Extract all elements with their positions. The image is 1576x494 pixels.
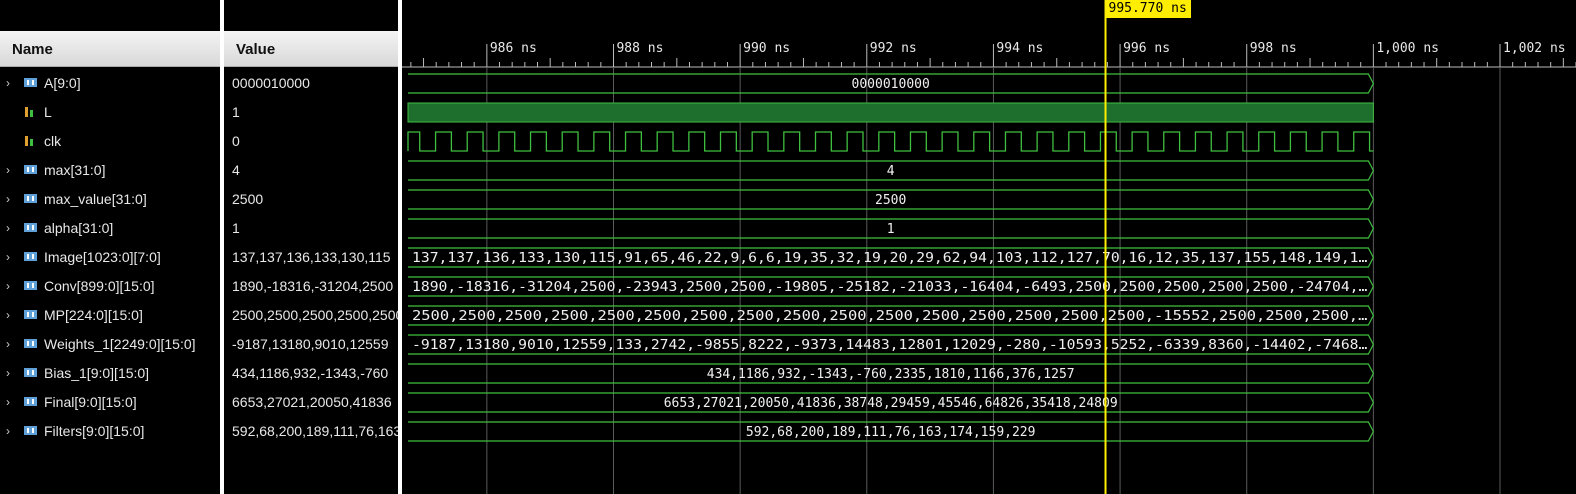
bus-value-text: 0000010000 — [852, 77, 930, 92]
expand-chevron-icon[interactable]: › — [6, 417, 10, 446]
bus-signal-icon — [24, 194, 37, 203]
bus-signal-icon — [24, 252, 37, 261]
signal-row[interactable]: › Bias_1[9:0][15:0] — [0, 359, 220, 388]
signal-row[interactable]: L — [0, 98, 220, 127]
waveform-canvas[interactable]: 986 ns 988 ns 990 ns 992 ns 994 ns 996 ns 998 … — [402, 0, 1576, 494]
bus-value-text: 1890,-18316,-31204,2500,-23943,2500,2500… — [412, 280, 1368, 295]
signal-name: max[31:0] — [44, 162, 106, 178]
signal-row[interactable]: › Conv[899:0][15:0] — [0, 272, 220, 301]
name-column-header[interactable]: Name — [0, 31, 220, 67]
time-tick-label: 986 ns — [490, 41, 537, 56]
bit-signal-icon — [25, 136, 33, 146]
signal-row[interactable]: › MP[224:0][15:0] — [0, 301, 220, 330]
bus-signal-icon — [24, 310, 37, 319]
name-header-label: Name — [12, 41, 53, 58]
expand-chevron-icon[interactable]: › — [6, 214, 10, 243]
expand-chevron-icon[interactable]: › — [6, 243, 10, 272]
signal-row[interactable]: clk — [0, 127, 220, 156]
waveform-panel[interactable]: 986 ns 988 ns 990 ns 992 ns 994 ns 996 ns 998 … — [402, 0, 1576, 494]
time-tick-label: 1,000 ns — [1376, 41, 1439, 56]
bus-signal-icon — [24, 165, 37, 174]
signal-value: 4 — [232, 162, 240, 178]
bus-value-text: 592,68,200,189,111,76,163,174,159,229 — [746, 425, 1036, 440]
bit-waveform-high — [407, 102, 1374, 123]
expand-chevron-icon[interactable]: › — [6, 388, 10, 417]
signal-row[interactable]: › max_value[31:0] — [0, 185, 220, 214]
signal-value: 434,1186,932,-1343,-760 — [232, 365, 389, 381]
signal-row[interactable]: › Image[1023:0][7:0] — [0, 243, 220, 272]
value-header-label: Value — [236, 41, 276, 58]
signal-name: Filters[9:0][15:0] — [44, 423, 145, 439]
expand-chevron-icon[interactable]: › — [6, 69, 10, 98]
signal-name: Conv[899:0][15:0] — [44, 278, 155, 294]
time-tick-label: 992 ns — [870, 41, 917, 56]
bus-signal-icon — [24, 426, 37, 435]
signal-value: 1 — [232, 104, 240, 120]
signal-name: Weights_1[2249:0][15:0] — [44, 336, 196, 352]
expand-chevron-icon[interactable]: › — [6, 330, 10, 359]
signal-name: clk — [44, 133, 62, 149]
bus-signal-icon — [24, 281, 37, 290]
signal-row[interactable]: › Weights_1[2249:0][15:0] — [0, 330, 220, 359]
signal-names-panel: Name › A[9:0] Lclk › max[31:0] › max_value[31:… — [0, 0, 220, 494]
bus-value-text: 137,137,136,133,130,115,91,65,46,22,9,6,… — [412, 251, 1368, 266]
time-tick-label: 996 ns — [1123, 41, 1170, 56]
bus-signal-icon — [24, 339, 37, 348]
time-tick-label: 1,002 ns — [1503, 41, 1566, 56]
bus-value-text: 2500,2500,2500,2500,2500,2500,2500,2500,… — [412, 309, 1368, 324]
signal-value: 6653,27021,20050,41836 — [232, 394, 392, 410]
bus-signal-icon — [24, 397, 37, 406]
time-tick-label: 990 ns — [743, 41, 790, 56]
value-column-header[interactable]: Value — [224, 31, 398, 67]
signal-name: Bias_1[9:0][15:0] — [44, 365, 150, 381]
signal-name: MP[224:0][15:0] — [44, 307, 143, 323]
time-tick-label: 988 ns — [616, 41, 663, 56]
time-tick-label: 998 ns — [1250, 41, 1297, 56]
expand-chevron-icon[interactable]: › — [6, 301, 10, 330]
bit-signal-icon — [25, 107, 33, 117]
signal-name: L — [44, 104, 52, 120]
signal-value: 1890,-18316,-31204,2500 — [232, 278, 394, 294]
signal-name: alpha[31:0] — [44, 220, 114, 236]
clock-waveform — [407, 131, 1374, 152]
signal-value: 592,68,200,189,111,76,163 — [232, 423, 398, 439]
signal-value: 0000010000 — [232, 75, 310, 91]
signal-name: Final[9:0][15:0] — [44, 394, 137, 410]
signal-name: Image[1023:0][7:0] — [44, 249, 161, 265]
signal-value: 1 — [232, 220, 240, 236]
signal-values-panel: Value 0000010000 1 0 4 2500 1 137,137,136,133,… — [224, 0, 398, 494]
signal-row[interactable]: › max[31:0] — [0, 156, 220, 185]
expand-chevron-icon[interactable]: › — [6, 185, 10, 214]
signal-value: 2500,2500,2500,2500,2500 — [232, 307, 398, 323]
signal-row[interactable]: › alpha[31:0] — [0, 214, 220, 243]
bus-value-text: -9187,13180,9010,12559,133,2742,-9855,82… — [412, 338, 1368, 353]
signal-value: -9187,13180,9010,12559 — [232, 336, 389, 352]
bus-value-text: 2500 — [875, 193, 906, 208]
bus-value-text: 6653,27021,20050,41836,38748,29459,45546… — [664, 396, 1118, 411]
bus-signal-icon — [24, 78, 37, 87]
bus-value-text: 434,1186,932,-1343,-760,2335,1810,1166,3… — [707, 367, 1075, 382]
signal-name: max_value[31:0] — [44, 191, 147, 207]
time-tick-label: 994 ns — [996, 41, 1043, 56]
expand-chevron-icon[interactable]: › — [6, 156, 10, 185]
bus-value-text: 1 — [887, 222, 895, 237]
signal-row[interactable]: › Final[9:0][15:0] — [0, 388, 220, 417]
bus-signal-icon — [24, 223, 37, 232]
signal-value: 0 — [232, 133, 240, 149]
expand-chevron-icon[interactable]: › — [6, 272, 10, 301]
bus-value-text: 4 — [887, 164, 895, 179]
signal-value: 2500 — [232, 191, 264, 207]
signal-name: A[9:0] — [44, 75, 81, 91]
bus-signal-icon — [24, 368, 37, 377]
cursor-time-label[interactable]: 995.770 ns — [1104, 0, 1191, 18]
signal-value: 137,137,136,133,130,115 — [232, 249, 391, 265]
signal-row[interactable]: › A[9:0] — [0, 69, 220, 98]
signal-row[interactable]: › Filters[9:0][15:0] — [0, 417, 220, 446]
expand-chevron-icon[interactable]: › — [6, 359, 10, 388]
